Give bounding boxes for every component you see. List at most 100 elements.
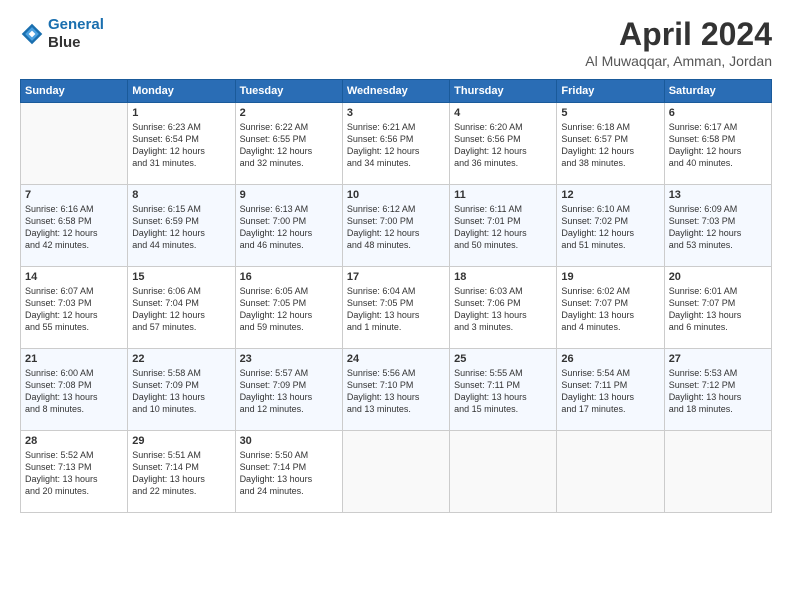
table-row: 11 Sunrise: 6:11 AM Sunset: 7:01 PM Dayli… <box>450 185 557 267</box>
day-info: Sunrise: 6:22 AM Sunset: 6:55 PM Dayligh… <box>240 121 338 170</box>
table-row: 18Sunrise: 6:03 AM Sunset: 7:06 PM Dayli… <box>450 267 557 349</box>
day-number: 7 <box>25 189 123 201</box>
table-row: 8Sunrise: 6:15 AM Sunset: 6:59 PM Daylig… <box>128 185 235 267</box>
table-row: 3 Sunrise: 6:21 AM Sunset: 6:56 PM Daylig… <box>342 103 449 185</box>
day-number: 5 <box>561 107 659 119</box>
day-info: Sunrise: 6:21 AM Sunset: 6:56 PM Dayligh… <box>347 121 445 170</box>
logo-icon <box>20 22 44 46</box>
table-row: 25Sunrise: 5:55 AM Sunset: 7:11 PM Dayli… <box>450 349 557 431</box>
day-number: 6 <box>669 107 767 119</box>
col-wednesday: Wednesday <box>342 80 449 103</box>
calendar-title: April 2024 <box>585 16 772 53</box>
col-friday: Friday <box>557 80 664 103</box>
day-number: 17 <box>347 271 445 283</box>
day-info: Sunrise: 6:00 AM Sunset: 7:08 PM Dayligh… <box>25 367 123 416</box>
day-number: 1 <box>132 107 230 119</box>
col-thursday: Thursday <box>450 80 557 103</box>
day-number: 2 <box>240 107 338 119</box>
table-row: 5 Sunrise: 6:18 AM Sunset: 6:57 PM Daylig… <box>557 103 664 185</box>
table-row <box>557 431 664 513</box>
day-info: Sunrise: 6:06 AM Sunset: 7:04 PM Dayligh… <box>132 285 230 334</box>
header: General Blue April 2024 Al Muwaqqar, Amm… <box>20 16 772 69</box>
day-info: Sunrise: 6:18 AM Sunset: 6:57 PM Dayligh… <box>561 121 659 170</box>
table-row: 26 Sunrise: 5:54 AM Sunset: 7:11 PM Dayli… <box>557 349 664 431</box>
table-row: 30 Sunrise: 5:50 AM Sunset: 7:14 PM Dayli… <box>235 431 342 513</box>
day-info: Sunrise: 5:53 AM Sunset: 7:12 PM Dayligh… <box>669 367 767 416</box>
day-number: 11 <box>454 189 552 201</box>
table-row: 10 Sunrise: 6:12 AM Sunset: 7:00 PM Dayli… <box>342 185 449 267</box>
day-number: 19 <box>561 271 659 283</box>
table-row: 21 Sunrise: 6:00 AM Sunset: 7:08 PM Dayli… <box>21 349 128 431</box>
day-info: Sunrise: 5:58 AM Sunset: 7:09 PM Dayligh… <box>132 367 230 416</box>
day-number: 18 <box>454 271 552 283</box>
day-info: Sunrise: 6:07 AM Sunset: 7:03 PM Dayligh… <box>25 285 123 334</box>
table-row: 6 Sunrise: 6:17 AM Sunset: 6:58 PM Daylig… <box>664 103 771 185</box>
day-info: Sunrise: 6:04 AM Sunset: 7:05 PM Dayligh… <box>347 285 445 334</box>
page: General Blue April 2024 Al Muwaqqar, Amm… <box>0 0 792 612</box>
table-row <box>664 431 771 513</box>
table-row <box>342 431 449 513</box>
calendar-table: Sunday Monday Tuesday Wednesday Thursday… <box>20 79 772 513</box>
table-row: 29 Sunrise: 5:51 AM Sunset: 7:14 PM Dayli… <box>128 431 235 513</box>
day-number: 24 <box>347 353 445 365</box>
day-number: 26 <box>561 353 659 365</box>
calendar-week-row: 28 Sunrise: 5:52 AM Sunset: 7:13 PM Dayli… <box>21 431 772 513</box>
day-info: Sunrise: 6:02 AM Sunset: 7:07 PM Dayligh… <box>561 285 659 334</box>
day-number: 29 <box>132 435 230 447</box>
table-row: 22 Sunrise: 5:58 AM Sunset: 7:09 PM Dayli… <box>128 349 235 431</box>
calendar-subtitle: Al Muwaqqar, Amman, Jordan <box>585 53 772 69</box>
table-row: 28 Sunrise: 5:52 AM Sunset: 7:13 PM Dayli… <box>21 431 128 513</box>
table-row: 4 Sunrise: 6:20 AM Sunset: 6:56 PM Daylig… <box>450 103 557 185</box>
table-row: 2 Sunrise: 6:22 AM Sunset: 6:55 PM Daylig… <box>235 103 342 185</box>
day-number: 10 <box>347 189 445 201</box>
day-number: 13 <box>669 189 767 201</box>
day-number: 30 <box>240 435 338 447</box>
day-info: Sunrise: 6:17 AM Sunset: 6:58 PM Dayligh… <box>669 121 767 170</box>
day-number: 14 <box>25 271 123 283</box>
calendar-week-row: 21 Sunrise: 6:00 AM Sunset: 7:08 PM Dayli… <box>21 349 772 431</box>
day-number: 20 <box>669 271 767 283</box>
col-tuesday: Tuesday <box>235 80 342 103</box>
day-info: Sunrise: 6:05 AM Sunset: 7:05 PM Dayligh… <box>240 285 338 334</box>
day-info: Sunrise: 6:16 AM Sunset: 6:58 PM Dayligh… <box>25 203 123 252</box>
day-number: 3 <box>347 107 445 119</box>
col-sunday: Sunday <box>21 80 128 103</box>
day-number: 25 <box>454 353 552 365</box>
calendar-week-row: 14 Sunrise: 6:07 AM Sunset: 7:03 PM Dayli… <box>21 267 772 349</box>
table-row: 24 Sunrise: 5:56 AM Sunset: 7:10 PM Dayli… <box>342 349 449 431</box>
day-info: Sunrise: 5:52 AM Sunset: 7:13 PM Dayligh… <box>25 449 123 498</box>
col-saturday: Saturday <box>664 80 771 103</box>
table-row: 17 Sunrise: 6:04 AM Sunset: 7:05 PM Dayli… <box>342 267 449 349</box>
day-info: Sunrise: 6:10 AM Sunset: 7:02 PM Dayligh… <box>561 203 659 252</box>
calendar-week-row: 1Sunrise: 6:23 AM Sunset: 6:54 PM Daylig… <box>21 103 772 185</box>
calendar-header-row: Sunday Monday Tuesday Wednesday Thursday… <box>21 80 772 103</box>
day-info: Sunrise: 6:12 AM Sunset: 7:00 PM Dayligh… <box>347 203 445 252</box>
day-number: 4 <box>454 107 552 119</box>
day-number: 21 <box>25 353 123 365</box>
day-info: Sunrise: 5:56 AM Sunset: 7:10 PM Dayligh… <box>347 367 445 416</box>
day-info: Sunrise: 6:01 AM Sunset: 7:07 PM Dayligh… <box>669 285 767 334</box>
day-number: 12 <box>561 189 659 201</box>
day-info: Sunrise: 6:20 AM Sunset: 6:56 PM Dayligh… <box>454 121 552 170</box>
logo-text: General Blue <box>48 16 104 52</box>
col-monday: Monday <box>128 80 235 103</box>
day-number: 23 <box>240 353 338 365</box>
day-info: Sunrise: 6:13 AM Sunset: 7:00 PM Dayligh… <box>240 203 338 252</box>
day-number: 15 <box>132 271 230 283</box>
day-number: 28 <box>25 435 123 447</box>
day-number: 27 <box>669 353 767 365</box>
day-info: Sunrise: 6:11 AM Sunset: 7:01 PM Dayligh… <box>454 203 552 252</box>
day-info: Sunrise: 6:15 AM Sunset: 6:59 PM Dayligh… <box>132 203 230 252</box>
day-number: 22 <box>132 353 230 365</box>
table-row: 16Sunrise: 6:05 AM Sunset: 7:05 PM Dayli… <box>235 267 342 349</box>
calendar-week-row: 7 Sunrise: 6:16 AM Sunset: 6:58 PM Daylig… <box>21 185 772 267</box>
table-row: 9 Sunrise: 6:13 AM Sunset: 7:00 PM Daylig… <box>235 185 342 267</box>
day-info: Sunrise: 5:50 AM Sunset: 7:14 PM Dayligh… <box>240 449 338 498</box>
table-row: 23Sunrise: 5:57 AM Sunset: 7:09 PM Dayli… <box>235 349 342 431</box>
table-row: 13Sunrise: 6:09 AM Sunset: 7:03 PM Dayli… <box>664 185 771 267</box>
table-row: 12 Sunrise: 6:10 AM Sunset: 7:02 PM Dayli… <box>557 185 664 267</box>
title-block: April 2024 Al Muwaqqar, Amman, Jordan <box>585 16 772 69</box>
day-number: 9 <box>240 189 338 201</box>
day-info: Sunrise: 5:51 AM Sunset: 7:14 PM Dayligh… <box>132 449 230 498</box>
day-info: Sunrise: 5:54 AM Sunset: 7:11 PM Dayligh… <box>561 367 659 416</box>
